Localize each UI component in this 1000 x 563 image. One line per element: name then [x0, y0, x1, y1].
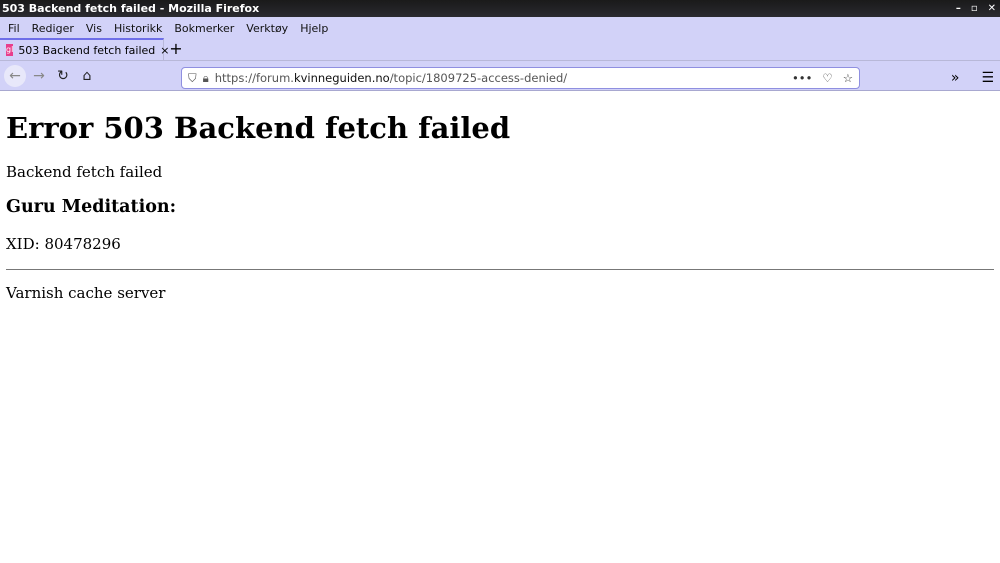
- minimize-button[interactable]: –: [956, 0, 961, 17]
- home-button[interactable]: ⌂: [76, 65, 98, 87]
- maximize-button[interactable]: ▫: [971, 0, 978, 17]
- close-window-button[interactable]: ✕: [988, 0, 996, 17]
- bookmark-star-icon[interactable]: ☆: [843, 71, 853, 85]
- window-title: 503 Backend fetch failed - Mozilla Firef…: [2, 2, 260, 15]
- page-content: Error 503 Backend fetch failed Backend f…: [0, 91, 1000, 324]
- divider: [6, 269, 994, 270]
- hamburger-menu-icon[interactable]: ☰: [981, 70, 994, 86]
- new-tab-button[interactable]: +: [164, 38, 188, 60]
- url-bar[interactable]: ⛉ 🔒︎ https://forum.kvinneguiden.no/topic…: [181, 67, 860, 89]
- menu-fil[interactable]: Fil: [2, 22, 26, 35]
- reload-button[interactable]: ↻: [52, 65, 74, 87]
- error-message: Backend fetch failed: [6, 163, 163, 181]
- page-actions-icon[interactable]: •••: [792, 71, 812, 85]
- menu-vis[interactable]: Vis: [80, 22, 108, 35]
- favicon-icon: gl: [6, 44, 14, 56]
- xid-text: XID: 80478296: [6, 235, 121, 253]
- footer-text: Varnish cache server: [6, 284, 166, 302]
- lock-icon[interactable]: 🔒︎: [203, 71, 209, 86]
- tab-active[interactable]: gl 503 Backend fetch failed ×: [0, 38, 170, 60]
- menu-verktoy[interactable]: Verktøy: [240, 22, 294, 35]
- error-heading: Error 503 Backend fetch failed: [6, 111, 511, 145]
- guru-meditation-heading: Guru Meditation:: [6, 197, 177, 217]
- pocket-icon[interactable]: ♡: [822, 71, 832, 85]
- menu-bar: Fil Rediger Vis Historikk Bokmerker Verk…: [0, 17, 1000, 39]
- menu-historikk[interactable]: Historikk: [108, 22, 168, 35]
- shield-icon[interactable]: ⛉: [188, 71, 197, 86]
- url-text: https://forum.kvinneguiden.no/topic/1809…: [214, 71, 568, 85]
- tab-title: 503 Backend fetch failed: [18, 43, 156, 57]
- forward-button[interactable]: →: [28, 65, 50, 87]
- window-titlebar: 503 Backend fetch failed - Mozilla Firef…: [0, 0, 1000, 17]
- back-button[interactable]: ←: [4, 64, 26, 87]
- menu-rediger[interactable]: Rediger: [26, 22, 80, 35]
- menu-hjelp[interactable]: Hjelp: [294, 22, 334, 35]
- overflow-chevron-icon[interactable]: »: [951, 70, 960, 86]
- menu-bokmerker[interactable]: Bokmerker: [168, 22, 240, 35]
